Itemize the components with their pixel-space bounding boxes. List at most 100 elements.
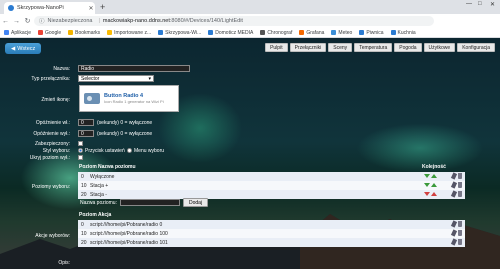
level-value: 20 xyxy=(81,191,87,198)
bookmark-label: Domoticz MEDIA xyxy=(215,29,254,36)
delete-icon[interactable] xyxy=(458,173,462,179)
protected-checkbox[interactable] xyxy=(78,141,83,146)
order-arrows xyxy=(424,183,437,187)
description-label: Opis: xyxy=(58,260,70,266)
delete-icon[interactable] xyxy=(458,239,462,245)
switch-type-select[interactable]: Selector ▾ xyxy=(78,75,154,82)
move-down-icon[interactable] xyxy=(424,183,430,187)
new-level-input[interactable] xyxy=(120,199,180,206)
close-tab-icon[interactable]: ✕ xyxy=(87,5,95,12)
chevron-down-icon: ▾ xyxy=(148,75,151,82)
bookmark-item[interactable]: Grafana xyxy=(299,30,324,36)
level-value: 0 xyxy=(81,173,84,180)
bookmark-icon xyxy=(359,30,365,35)
bookmark-item[interactable]: Piwnica xyxy=(359,30,384,36)
level-row: 0 Wyłączone xyxy=(78,172,465,181)
menu-item[interactable]: Konfiguracja xyxy=(457,43,495,52)
col-action-header: Poziom Akcja xyxy=(79,212,112,218)
action-level: 0 xyxy=(81,221,84,228)
action-row: 0 script:///home/pi/Pobrane/radio 0 xyxy=(78,220,465,229)
action-row: 20 script:///home/pi/Pobrane/radio 101 xyxy=(78,238,465,247)
levels-label: Poziomy wyboru: xyxy=(31,184,70,190)
action-level: 10 xyxy=(81,230,87,237)
move-up-icon[interactable] xyxy=(431,192,437,196)
move-up-icon[interactable] xyxy=(431,183,437,187)
bookmark-icon xyxy=(208,30,214,35)
bookmark-item[interactable]: Chronograf xyxy=(260,30,292,36)
menu-item[interactable]: Przełączniki xyxy=(289,43,327,52)
bookmark-item[interactable]: Domoticz MEDIA xyxy=(208,30,253,36)
hide-off-checkbox[interactable] xyxy=(78,155,83,160)
move-down-icon[interactable] xyxy=(424,192,430,196)
hide-off-label: Ukryj poziom wył.: xyxy=(29,155,70,161)
on-delay-input[interactable]: 0 xyxy=(78,119,94,126)
bookmark-item[interactable]: Google xyxy=(38,30,61,36)
bookmark-icon xyxy=(260,30,266,35)
off-delay-label: Opóźnienie wył.: xyxy=(33,131,70,137)
menu-item[interactable]: Pulpit xyxy=(265,43,288,52)
actions-label: Akcje wyborów: xyxy=(35,233,70,239)
bookmark-label: Kuchnia xyxy=(397,29,416,36)
move-up-icon[interactable] xyxy=(431,174,437,178)
delete-icon[interactable] xyxy=(458,221,462,227)
bookmark-item[interactable]: Aplikacje xyxy=(4,30,31,36)
bookmark-label: Google xyxy=(45,29,62,36)
back-nav-icon[interactable]: ← xyxy=(0,18,11,25)
bookmark-item[interactable]: Importowane z... xyxy=(107,30,151,36)
menu-item[interactable]: Sceny xyxy=(328,43,353,52)
bookmark-label: Aplikacje xyxy=(11,29,32,36)
bookmark-label: Bookmarks xyxy=(75,29,101,36)
icon-label: Zmień ikonę: xyxy=(41,97,70,103)
order-arrows xyxy=(424,174,437,178)
action-script: script:///home/pi/Pobrane/radio 101 xyxy=(90,239,168,246)
delete-icon[interactable] xyxy=(458,182,462,188)
back-arrow-icon: ◀ xyxy=(11,45,16,52)
tab-strip: Skrzypowa-NanoPi ✕ + — □ ✕ xyxy=(0,0,500,14)
level-name: Stacja + xyxy=(90,182,109,189)
switch-type-value: Selector xyxy=(81,75,100,82)
off-delay-input[interactable]: 0 xyxy=(78,130,94,137)
maximize-icon[interactable]: □ xyxy=(478,1,482,7)
menu-item[interactable]: Pogoda xyxy=(394,43,422,52)
bookmark-icon xyxy=(158,30,164,35)
delete-icon[interactable] xyxy=(458,230,462,236)
reload-icon[interactable]: ↻ xyxy=(22,17,33,25)
back-button[interactable]: ◀ Wstecz xyxy=(5,43,42,54)
name-input[interactable]: Radio xyxy=(78,65,190,72)
move-down-icon[interactable] xyxy=(424,174,430,178)
forward-nav-icon[interactable]: → xyxy=(11,18,22,25)
icon-picker[interactable]: Button Radio 4 Icon Radio 1 generator na… xyxy=(79,85,179,112)
radio-icon xyxy=(84,93,100,104)
toolbar: ← → ↻ ⓘ Niezabezpieczona | mackowiakp-na… xyxy=(0,14,500,38)
bookmark-item[interactable]: Kuchnia xyxy=(390,29,416,36)
menu-item[interactable]: Użytkowe xyxy=(423,43,456,52)
action-row: 10 script:///home/pi/Pobrane/radio 100 xyxy=(78,229,465,238)
new-level-label: Nazwa poziomu: xyxy=(80,200,117,206)
address-bar[interactable]: ⓘ Niezabezpieczona | mackowiakp-nano.ddn… xyxy=(34,16,434,26)
bookmark-item[interactable]: Meteo xyxy=(331,30,352,36)
action-level: 20 xyxy=(81,239,87,246)
col-level-header: Poziom xyxy=(79,164,97,170)
new-tab-button[interactable]: + xyxy=(100,2,105,12)
bookmark-label: Importowane z... xyxy=(114,29,152,36)
style-option-menu: Menu wyboru xyxy=(134,148,165,154)
menu-item[interactable]: Temperatura xyxy=(354,43,393,52)
bookmark-icon xyxy=(38,30,44,35)
minimize-icon[interactable]: — xyxy=(466,1,472,7)
bookmark-item[interactable]: Bookmarks xyxy=(68,30,100,36)
back-label: Wstecz xyxy=(17,45,36,52)
bookmark-item[interactable]: Skrzypowa-Wi... xyxy=(158,30,201,36)
level-row: 10 Stacja + xyxy=(78,181,465,190)
delete-icon[interactable] xyxy=(458,191,462,197)
not-secure-icon: ⓘ xyxy=(39,19,45,25)
add-level-button[interactable]: Dodaj xyxy=(183,198,209,207)
close-window-icon[interactable]: ✕ xyxy=(490,1,495,8)
browser-tab[interactable]: Skrzypowa-NanoPi ✕ xyxy=(4,2,95,14)
url-host: mackowiakp-nano.ddns.net xyxy=(102,18,170,24)
bookmark-label: Grafana xyxy=(306,29,325,36)
style-radio-menu[interactable] xyxy=(127,148,132,153)
on-delay-hint: (sekundy) 0 = wyłączone xyxy=(97,120,153,126)
bookmark-icon xyxy=(4,30,9,35)
style-radio-buttons[interactable] xyxy=(78,148,83,153)
action-script: script:///home/pi/Pobrane/radio 100 xyxy=(90,230,168,237)
